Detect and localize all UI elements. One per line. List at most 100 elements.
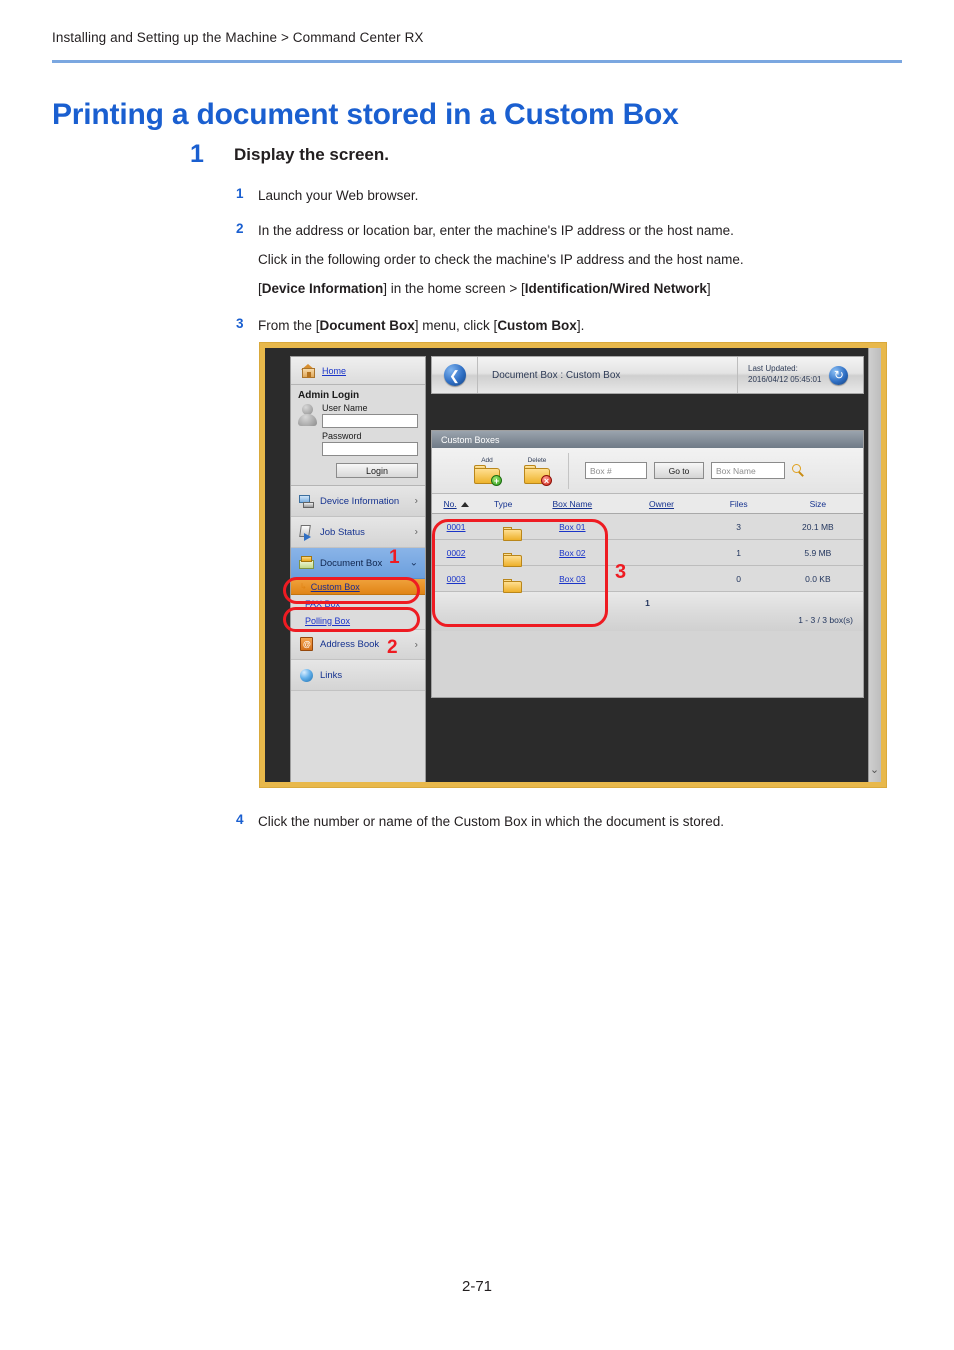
add-label: Add — [481, 457, 493, 464]
column-header-no-label: No. — [443, 499, 457, 509]
cell-files: 1 — [704, 539, 773, 566]
box-number-input[interactable]: Box # — [585, 462, 647, 479]
delete-box-button[interactable]: Delete × — [520, 457, 554, 486]
user-name-label: User Name — [322, 403, 368, 413]
submenu-arrow-icon: ↳ — [300, 582, 307, 591]
cell-no[interactable]: 0002 — [432, 539, 481, 566]
refresh-icon[interactable]: ↻ — [829, 365, 849, 385]
column-header-box-name[interactable]: Box Name — [526, 494, 619, 514]
box-name-link[interactable]: Box 03 — [559, 574, 585, 584]
item3-post: ]. — [576, 318, 585, 333]
back-button[interactable]: ❮ — [432, 357, 478, 393]
sidebar-item-job-status[interactable]: Job Status › — [291, 517, 425, 548]
sidebar-item-links[interactable]: Links — [291, 660, 425, 691]
custom-boxes-panel: Custom Boxes Add + Delete × Box # Go to … — [431, 430, 864, 698]
magnifier-icon[interactable] — [792, 464, 805, 477]
box-name-link[interactable]: Box 01 — [559, 522, 585, 532]
sidebar-label-device-information: Device Information — [320, 495, 400, 507]
goto-button[interactable]: Go to — [654, 462, 704, 479]
cell-files: 0 — [704, 565, 773, 592]
sidebar-item-document-box[interactable]: Document Box ⌄ — [291, 548, 425, 579]
user-avatar-icon — [298, 403, 317, 433]
sidebar-item-custom-box[interactable]: ↳ Custom Box — [291, 579, 425, 595]
table-header-row: No. Type Box Name Owner Files Size — [432, 494, 863, 514]
table-row[interactable]: 0003 Box 03 0 0.0 KB — [432, 565, 863, 593]
add-folder-icon: + — [474, 465, 502, 486]
mid-text: ] in the home screen > [ — [383, 281, 525, 296]
table-row[interactable]: 0002 Box 02 1 5.9 MB — [432, 539, 863, 567]
sidebar-item-fax-box[interactable]: FAX Box — [291, 595, 425, 612]
column-header-no[interactable]: No. — [432, 494, 481, 514]
login-button[interactable]: Login — [336, 463, 418, 478]
browser-scrollbar[interactable]: ⌄ — [868, 348, 881, 782]
sort-ascending-icon — [460, 502, 469, 508]
cell-name[interactable]: Box 03 — [526, 565, 619, 592]
substep-marker-1: 1 — [236, 186, 244, 201]
pagination-info: 1 - 3 / 3 box(s) — [432, 611, 863, 631]
cell-name[interactable]: Box 02 — [526, 539, 619, 566]
device-information-ref: Device Information — [261, 281, 384, 296]
breadcrumb: Installing and Setting up the Machine > … — [52, 30, 424, 45]
substep-text-4: Click the number or name of the Custom B… — [258, 814, 724, 829]
add-box-button[interactable]: Add + — [470, 457, 504, 486]
cell-no[interactable]: 0003 — [432, 565, 481, 592]
ccrx-sidebar: Home Admin Login User Name Password Logi… — [290, 356, 426, 782]
column-header-box-name-label: Box Name — [552, 499, 593, 509]
links-icon — [299, 668, 315, 683]
last-updated-group: Last Updated: 2016/04/12 05:45:01 ↻ — [737, 357, 863, 393]
sidebar-label-links: Links — [320, 669, 343, 681]
delete-folder-icon: × — [524, 465, 552, 486]
home-label: Home — [322, 365, 347, 376]
substep-marker-2: 2 — [236, 221, 244, 236]
sidebar-item-home[interactable]: Home — [291, 357, 425, 385]
sidebar-label-address-book: Address Book — [320, 639, 380, 650]
user-name-input[interactable] — [322, 414, 418, 428]
column-header-type: Type — [480, 494, 527, 514]
box-name-input[interactable]: Box Name — [711, 462, 785, 479]
cell-type — [480, 513, 527, 541]
admin-login-title: Admin Login — [298, 390, 360, 401]
panel-heading: Custom Boxes — [432, 431, 863, 448]
chevron-down-icon: ⌄ — [409, 557, 418, 569]
password-input[interactable] — [322, 442, 418, 456]
bracket-close: ] — [706, 281, 711, 296]
box-number-link[interactable]: 0002 — [447, 548, 466, 558]
substep-marker-3: 3 — [236, 316, 244, 331]
home-icon — [301, 363, 316, 378]
cell-no[interactable]: 0001 — [432, 513, 481, 540]
item3-mid: ] menu, click [ — [414, 318, 498, 333]
admin-login-form: User Name Password — [291, 403, 425, 459]
column-header-owner[interactable]: Owner — [618, 494, 705, 514]
login-fields: User Name Password — [322, 403, 418, 459]
box-number-link[interactable]: 0001 — [447, 522, 466, 532]
last-updated-label: Last Updated: — [748, 364, 798, 374]
password-label: Password — [322, 431, 362, 441]
item3-pre: From the [ — [258, 318, 320, 333]
substep-text-1: Launch your Web browser. — [258, 188, 419, 203]
sidebar-item-polling-box[interactable]: Polling Box — [291, 612, 425, 629]
substep-text-2: In the address or location bar, enter th… — [258, 223, 734, 238]
pagination-current-page[interactable]: 1 — [432, 592, 863, 611]
plus-badge-icon: + — [491, 475, 502, 486]
column-header-files: Files — [704, 494, 773, 514]
last-updated-text: Last Updated: 2016/04/12 05:45:01 — [748, 364, 821, 386]
cell-size: 20.1 MB — [772, 513, 863, 540]
cell-type — [480, 565, 527, 593]
table-row[interactable]: 0001 Box 01 3 20.1 MB — [432, 513, 863, 541]
embedded-screenshot: ⌄ ❮ Document Box : Custom Box Last Updat… — [259, 342, 887, 788]
cell-owner — [618, 513, 705, 540]
cell-owner — [618, 565, 705, 592]
device-information-icon — [299, 494, 315, 509]
custom-boxes-table: No. Type Box Name Owner Files Size 0001 … — [432, 494, 863, 593]
sidebar-item-address-book[interactable]: @ Address Book › — [291, 629, 425, 660]
address-book-icon: @ — [299, 637, 315, 652]
cell-size: 5.9 MB — [772, 539, 863, 566]
substep-marker-4: 4 — [236, 812, 244, 827]
cell-name[interactable]: Box 01 — [526, 513, 619, 540]
custom-box-ref: Custom Box — [497, 318, 577, 333]
box-name-link[interactable]: Box 02 — [559, 548, 585, 558]
box-number-link[interactable]: 0003 — [447, 574, 466, 584]
sidebar-item-device-information[interactable]: Device Information › — [291, 486, 425, 517]
scroll-down-icon[interactable]: ⌄ — [869, 765, 880, 776]
page-header: Installing and Setting up the Machine > … — [52, 30, 902, 45]
